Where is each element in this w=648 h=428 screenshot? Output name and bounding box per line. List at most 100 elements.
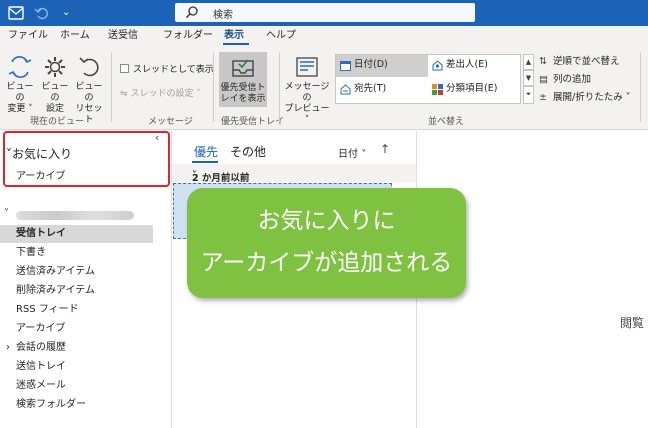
- folder-sent-items[interactable]: 送信済みアイテム: [16, 266, 95, 278]
- add-columns-icon: ▤: [539, 74, 548, 85]
- folder-search-folders[interactable]: 検索フォルダー: [16, 399, 86, 411]
- ribbon-separator: [640, 52, 641, 122]
- tab-help[interactable]: ヘルプ: [266, 30, 296, 42]
- message-group-header[interactable]: ˅ 2 か月前以前: [172, 164, 416, 184]
- focused-inbox-icon: [232, 59, 254, 77]
- message-preview-button[interactable]: メッセージの プレビュー ˅: [284, 54, 330, 126]
- title-bar: ⌄ 検索: [0, 0, 648, 26]
- expand-collapse-button[interactable]: ± 展開/折りたたみ ˅: [539, 92, 630, 104]
- arrange-by-from-label: 差出人(E): [446, 59, 488, 70]
- tab-other[interactable]: その他: [230, 143, 266, 160]
- show-as-conversations-checkbox[interactable]: スレッドとして表示: [120, 64, 214, 76]
- reset-view-label-1: ビューの: [75, 82, 103, 103]
- tab-home[interactable]: ホーム: [60, 30, 90, 42]
- folder-conversation-history-label: 会話の履歴: [16, 342, 66, 353]
- arrange-by-date[interactable]: 日付(D): [336, 55, 428, 77]
- change-view-button[interactable]: ビューの 変更 ˅: [3, 54, 37, 115]
- folder-archive[interactable]: アーカイブ: [16, 323, 65, 335]
- callout-line-1: お気に入りに: [257, 208, 396, 234]
- focused-tab-indicator: [192, 161, 218, 163]
- folder-outbox[interactable]: 送信トレイ: [16, 361, 66, 373]
- sort-direction-button[interactable]: ↑: [380, 142, 390, 156]
- callout-line-2: アーカイブが追加される: [200, 250, 453, 276]
- group-label-current-view: 現在のビュー: [30, 117, 85, 127]
- tab-file[interactable]: ファイル: [8, 30, 48, 42]
- message-preview-icon: [296, 57, 318, 77]
- show-focused-inbox-button[interactable]: 優先受信ト レイを表示: [219, 52, 267, 107]
- reverse-sort-label: 逆順で並べ替え: [553, 56, 620, 67]
- search-icon: [186, 6, 198, 18]
- arrangement-gallery: 日付(D) 差出人(E) 宛先(T) 分類項目(E): [335, 54, 521, 104]
- quick-access-dropdown-icon[interactable]: ⌄: [62, 5, 70, 21]
- arrange-by-to[interactable]: 宛先(T): [336, 79, 428, 101]
- menu-bar: ファイル ホーム 送受信 フォルダー 表示 ヘルプ: [0, 26, 648, 46]
- folder-pane: ‹ ˅お気に入り アーカイブ ˅ 受信トレイ 下書き 送信済みアイテム 削除済み…: [0, 131, 172, 428]
- gear-icon: [45, 57, 65, 77]
- arrange-by-to-label: 宛先(T): [354, 83, 387, 94]
- message-preview-label-2: プレビュー ˅: [284, 104, 330, 125]
- recipient-icon: [340, 84, 351, 95]
- folder-inbox[interactable]: 受信トレイ: [0, 225, 153, 243]
- group-label-arrangement: 並べ替え: [428, 117, 465, 127]
- reverse-sort-button[interactable]: ⇅ 逆順で並べ替え: [539, 56, 620, 68]
- arrange-by-from[interactable]: 差出人(E): [428, 55, 520, 77]
- sort-by-dropdown[interactable]: 日付 ˅: [338, 145, 366, 160]
- tab-view[interactable]: 表示: [224, 30, 244, 42]
- sort-by-label: 日付: [338, 149, 358, 160]
- tab-folder[interactable]: フォルダー: [163, 30, 213, 42]
- conversation-settings-label: スレッドの設定 ˅: [130, 89, 201, 99]
- expand-collapse-icon: ±: [539, 92, 547, 103]
- change-view-icon: [8, 56, 32, 78]
- conversation-settings-button[interactable]: ⇋ スレッドの設定 ˅: [120, 88, 201, 100]
- reading-pane-text: 閲覧: [620, 316, 645, 330]
- folder-drafts[interactable]: 下書き: [16, 247, 46, 259]
- folder-deleted-items[interactable]: 削除済みアイテム: [16, 285, 95, 297]
- favorites-header[interactable]: ˅お気に入り: [6, 145, 72, 162]
- ribbon-separator: [213, 52, 214, 122]
- message-preview-label-1: メッセージの: [284, 82, 330, 103]
- arrange-by-categories[interactable]: 分類項目(E): [428, 79, 520, 101]
- add-columns-button[interactable]: ▤ 列の追加: [539, 74, 591, 86]
- folder-rss-feeds[interactable]: RSS フィード: [16, 304, 79, 316]
- expand-collapse-label: 展開/折りたたみ ˅: [553, 92, 631, 103]
- focused-inbox-label-2: レイを表示: [220, 94, 266, 104]
- view-settings-button[interactable]: ビューの 設定: [38, 54, 72, 115]
- favorite-archive[interactable]: アーカイブ: [16, 167, 65, 182]
- active-tab-indicator: [223, 43, 249, 45]
- message-group-label: 2 か月前以前: [192, 173, 250, 184]
- arrange-by-categories-label: 分類項目(E): [446, 83, 498, 94]
- tab-focused[interactable]: 優先: [194, 143, 218, 160]
- reset-icon: [79, 57, 99, 77]
- change-view-label-1: ビューの: [6, 82, 34, 103]
- add-columns-label: 列の追加: [553, 74, 592, 85]
- checkbox-box: [120, 64, 129, 73]
- favorites-header-label: お気に入り: [12, 147, 73, 161]
- change-view-label-2: 変更 ˅: [7, 104, 33, 114]
- chevron-right-icon: ›: [6, 342, 10, 353]
- group-label-messages: メッセージ: [148, 117, 193, 127]
- gallery-expand[interactable]: ⏷: [523, 86, 534, 104]
- focused-inbox-label-1: 優先受信ト: [220, 83, 266, 93]
- ribbon-separator: [279, 52, 280, 122]
- account-name-blurred: [16, 211, 134, 220]
- outlook-app-icon[interactable]: [8, 5, 24, 25]
- folder-junk-email[interactable]: 迷惑メール: [16, 380, 66, 392]
- folder-conversation-history[interactable]: › 会話の履歴: [6, 342, 66, 354]
- chevron-down-icon: ˅: [361, 149, 367, 160]
- search-placeholder: 検索: [213, 10, 233, 21]
- ribbon-separator: [111, 52, 112, 122]
- sender-icon: [432, 60, 443, 71]
- view-settings-label-1: ビューの: [41, 82, 69, 103]
- gallery-scroll-down[interactable]: ▼: [523, 70, 534, 86]
- show-as-conversations-label: スレッドとして表示: [133, 65, 214, 75]
- search-input[interactable]: 検索: [175, 3, 475, 22]
- categories-icon: [432, 84, 443, 95]
- tab-send-receive[interactable]: 送受信: [108, 30, 138, 42]
- annotation-callout: お気に入りに アーカイブが追加される: [187, 188, 466, 298]
- undo-icon[interactable]: [34, 5, 50, 25]
- conversation-settings-icon: ⇋: [120, 89, 128, 99]
- gallery-scroll-up[interactable]: ▲: [523, 54, 534, 70]
- chevron-down-icon: ˅: [4, 208, 9, 219]
- account-header[interactable]: ˅: [4, 208, 136, 221]
- arrange-by-date-label: 日付(D): [354, 59, 388, 70]
